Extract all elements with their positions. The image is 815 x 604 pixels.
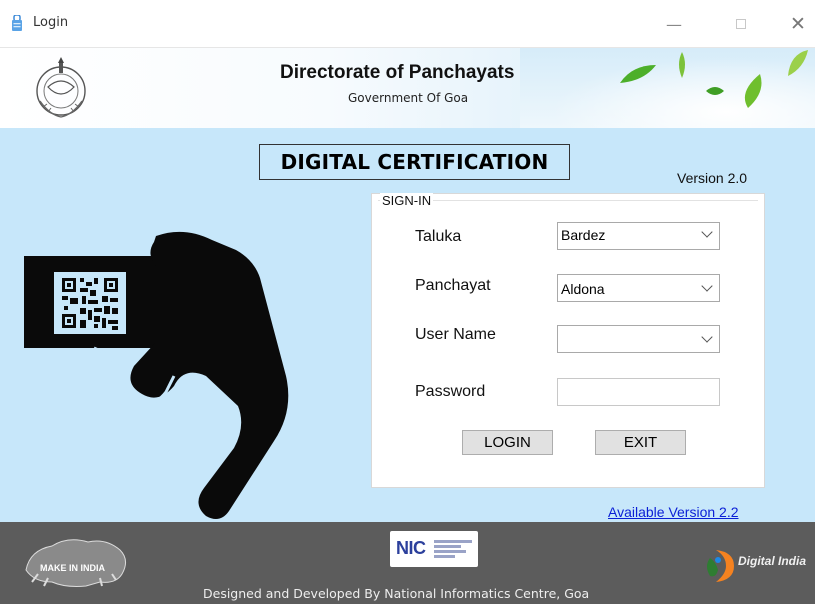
footer: MAKE IN INDIA NIC Digital India Designed… [0, 522, 815, 604]
main-panel: DIGITAL CERTIFICATION Version 2.0 SIGN-I… [0, 128, 815, 522]
window-title: Login [33, 15, 69, 30]
taluka-select[interactable]: Bardez [557, 222, 720, 250]
available-version-link[interactable]: Available Version 2.2 [608, 504, 739, 520]
title-bar: Login — ✕ [0, 0, 815, 48]
taluka-label: Taluka [415, 228, 462, 245]
app-heading: DIGITAL CERTIFICATION [259, 144, 570, 180]
make-in-india-logo: MAKE IN INDIA [25, 539, 126, 587]
username-select[interactable] [557, 325, 720, 353]
signin-legend: SIGN-IN [380, 193, 434, 208]
leaf-decoration [706, 87, 724, 95]
app-lock-icon [12, 15, 22, 31]
make-in-india-text: MAKE IN INDIA [40, 563, 106, 573]
password-label: Password [415, 383, 486, 400]
panchayat-value: Aldona [561, 281, 605, 297]
panchayat-label: Panchayat [415, 277, 491, 294]
signin-group: SIGN-IN Taluka Bardez Panchayat Aldona U… [371, 193, 765, 488]
chevron-down-icon [701, 226, 713, 238]
maximize-button[interactable] [726, 10, 756, 38]
header-banner: Directorate of Panchayats Government Of … [0, 48, 815, 128]
leaf-decoration [679, 52, 685, 78]
org-subtitle: Government Of Goa [348, 91, 469, 105]
panchayat-select[interactable]: Aldona [557, 274, 720, 302]
maximize-icon [736, 19, 746, 29]
state-emblem-icon [36, 57, 86, 118]
signin-border-line [378, 200, 758, 201]
footer-credit: Designed and Developed By National Infor… [203, 586, 590, 601]
leaf-decoration [744, 74, 762, 108]
username-label: User Name [415, 326, 496, 343]
nic-logo: NIC [390, 531, 478, 567]
minimize-button[interactable]: — [659, 10, 689, 38]
login-button[interactable]: LOGIN [462, 430, 553, 455]
sky-decoration [520, 48, 815, 128]
exit-button[interactable]: EXIT [595, 430, 686, 455]
taluka-value: Bardez [561, 227, 606, 243]
chevron-down-icon [701, 280, 713, 292]
leaf-decoration [788, 50, 808, 76]
chevron-down-icon [701, 331, 713, 343]
leaf-decoration [620, 65, 656, 83]
qr-hand-illustration [24, 231, 289, 520]
close-button[interactable]: ✕ [783, 10, 813, 38]
digital-india-text: Digital India [738, 554, 807, 568]
nic-logo-text: NIC [396, 538, 426, 558]
password-field[interactable] [557, 378, 720, 406]
org-title: Directorate of Panchayats [280, 62, 515, 83]
nic-logo-subtext [434, 540, 472, 560]
version-label: Version 2.0 [677, 170, 748, 186]
